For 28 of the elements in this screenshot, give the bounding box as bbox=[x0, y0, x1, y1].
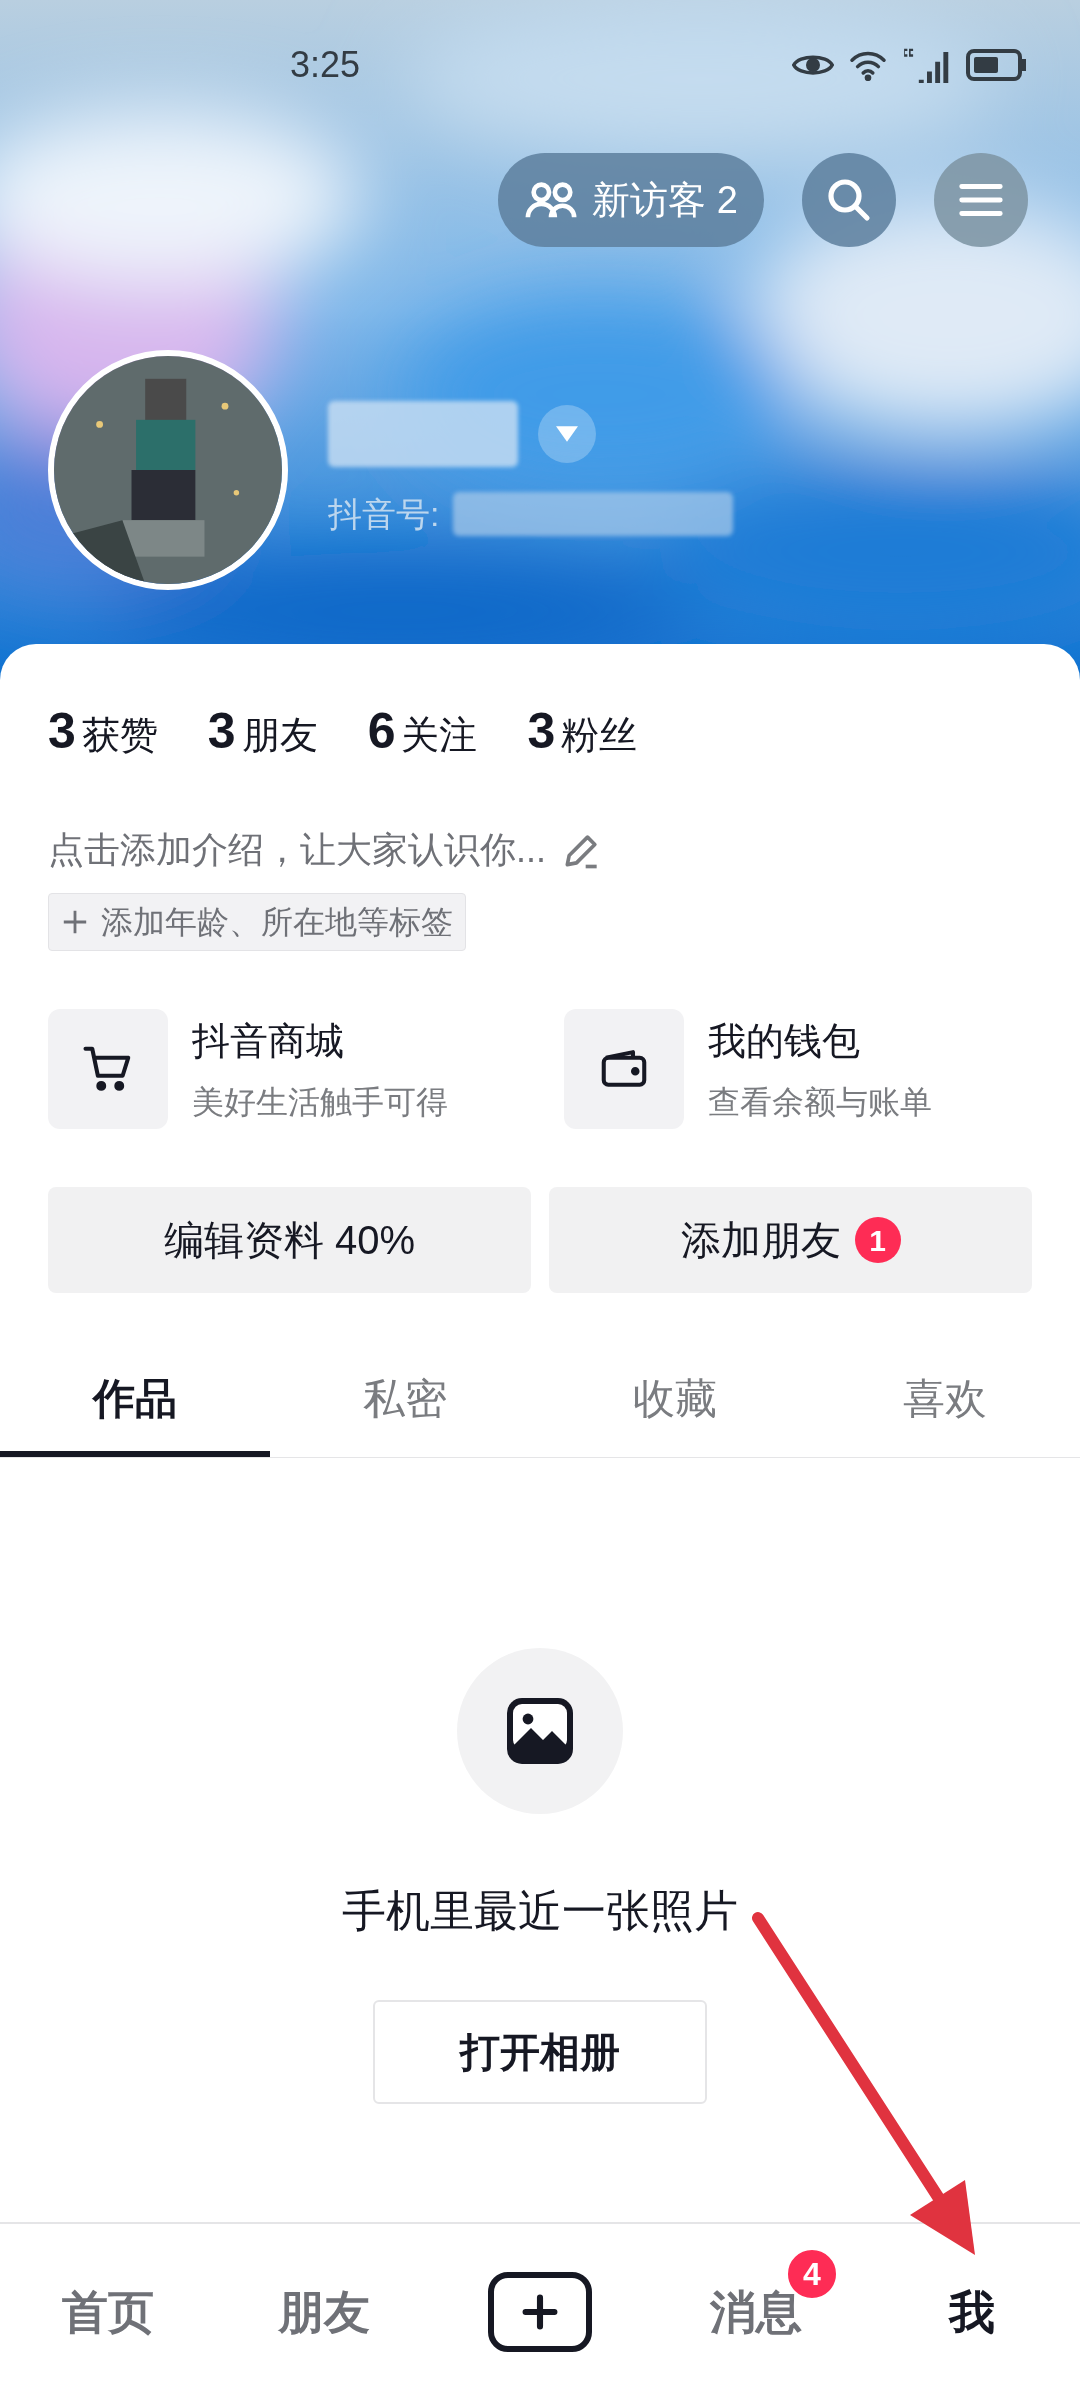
service-icon-tile[interactable] bbox=[564, 1009, 684, 1129]
stat-button[interactable]: 3获赞 bbox=[48, 694, 158, 769]
content-tab[interactable]: 收藏 bbox=[540, 1345, 810, 1457]
nav-tab[interactable]: 首页 bbox=[62, 2277, 154, 2347]
service-title[interactable]: 抖音商城 bbox=[192, 1012, 448, 1070]
content-tab[interactable]: 作品 bbox=[0, 1345, 270, 1457]
service-subtitle: 查看余额与账单 bbox=[708, 1082, 932, 1122]
bio-placeholder[interactable]: 点击添加介绍，让大家认识你... bbox=[48, 823, 546, 877]
stat-button[interactable]: 3粉丝 bbox=[527, 694, 638, 769]
service-subtitle: 美好生活触手可得 bbox=[192, 1082, 448, 1122]
content-tab[interactable]: 喜欢 bbox=[810, 1345, 1080, 1457]
plus-icon bbox=[522, 2294, 558, 2330]
profile-action-button[interactable]: 编辑资料 40% bbox=[48, 1187, 531, 1293]
stat-button[interactable]: 6关注 bbox=[367, 694, 478, 769]
open-album-button[interactable]: 打开相册 bbox=[373, 2000, 707, 2104]
notification-badge: 1 bbox=[854, 1217, 901, 1263]
content-tab[interactable]: 私密 bbox=[270, 1345, 540, 1457]
stat-button[interactable]: 3朋友 bbox=[207, 694, 318, 769]
empty-state-message: 手机里最近一张照片 bbox=[342, 1885, 738, 1937]
nav-tab[interactable]: 我 bbox=[949, 2277, 995, 2347]
create-button[interactable] bbox=[488, 2272, 592, 2352]
service-icon-tile[interactable] bbox=[48, 1009, 168, 1129]
service-title[interactable]: 我的钱包 bbox=[708, 1012, 932, 1070]
profile-action-button[interactable]: 添加朋友 1 bbox=[549, 1187, 1032, 1293]
nav-tab[interactable]: 朋友 bbox=[278, 2277, 370, 2347]
plus-icon bbox=[61, 908, 89, 936]
image-icon bbox=[504, 1695, 576, 1767]
add-tags-button[interactable]: 添加年龄、所在地等标签 bbox=[48, 893, 466, 951]
